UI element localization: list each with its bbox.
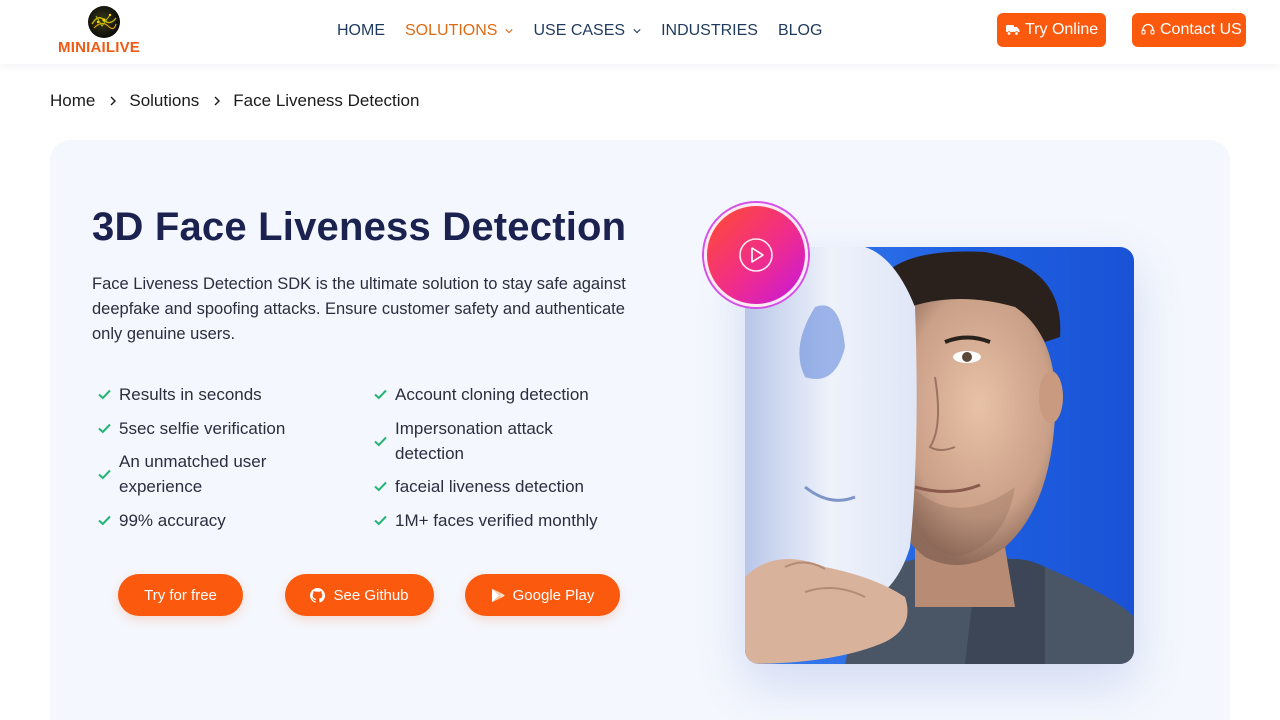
page-title: 3D Face Liveness Detection bbox=[92, 205, 627, 249]
play-circle-icon bbox=[739, 238, 773, 272]
feature-label: Results in seconds bbox=[119, 385, 262, 404]
chevron-right-icon bbox=[110, 96, 117, 106]
check-icon bbox=[98, 423, 111, 434]
feature-label: 5sec selfie verification bbox=[119, 419, 286, 438]
nav-item-solutions[interactable]: SOLUTIONS bbox=[405, 22, 514, 40]
see-github-button[interactable]: See Github bbox=[285, 574, 434, 616]
try-for-free-label: Try for free bbox=[144, 586, 217, 604]
contact-us-label: Contact US bbox=[1160, 21, 1242, 38]
nav-item-label: HOME bbox=[337, 22, 385, 39]
feature-item: 1M+ faces verified monthly bbox=[374, 508, 598, 533]
try-online-label: Try Online bbox=[1025, 21, 1099, 38]
breadcrumb-solutions[interactable]: Solutions bbox=[129, 91, 199, 111]
feature-item: 5sec selfie verification bbox=[98, 416, 285, 441]
google-play-icon bbox=[491, 588, 505, 603]
feature-item: Impersonation attack detection bbox=[374, 416, 594, 466]
logo-text: MINIAILIVE bbox=[58, 39, 141, 56]
chevron-down-icon bbox=[505, 29, 514, 34]
feature-label: Account cloning detection bbox=[395, 385, 589, 404]
feature-item: faceial liveness detection bbox=[374, 474, 584, 499]
check-icon bbox=[98, 389, 111, 400]
check-icon bbox=[98, 469, 111, 479]
feature-label: 1M+ faces verified monthly bbox=[395, 511, 598, 530]
feature-item: An unmatched user experience bbox=[98, 449, 298, 499]
chevron-right-icon bbox=[214, 96, 221, 106]
nav-item-label: SOLUTIONS bbox=[405, 22, 498, 39]
nav-item-label: BLOG bbox=[777, 22, 823, 39]
feature-item: Account cloning detection bbox=[374, 382, 589, 407]
breadcrumb-home[interactable]: Home bbox=[50, 91, 95, 111]
main-nav: HOME SOLUTIONS USE CASES INDUSTRIES BLOG bbox=[337, 20, 842, 42]
logo-mark-icon bbox=[88, 6, 120, 38]
feature-label: 99% accuracy bbox=[119, 511, 226, 530]
truck-icon bbox=[1006, 24, 1020, 36]
try-for-free-button[interactable]: Try for free bbox=[118, 574, 243, 616]
hero-description: Face Liveness Detection SDK is the ultim… bbox=[92, 275, 626, 343]
chevron-down-icon bbox=[633, 29, 641, 34]
breadcrumb-current: Face Liveness Detection bbox=[233, 91, 420, 110]
google-play-label: Google Play bbox=[512, 586, 595, 604]
check-icon bbox=[374, 389, 387, 400]
hero-image bbox=[745, 247, 1134, 664]
check-icon bbox=[374, 515, 387, 526]
play-video-button[interactable] bbox=[704, 203, 808, 307]
see-github-label: See Github bbox=[333, 586, 409, 604]
feature-label: Impersonation attack detection bbox=[395, 419, 553, 463]
feature-label: An unmatched user experience bbox=[119, 452, 267, 496]
site-logo[interactable]: MINIAILIVE bbox=[56, 4, 156, 60]
google-play-button[interactable]: Google Play bbox=[465, 574, 620, 616]
check-icon bbox=[374, 436, 387, 446]
contact-us-button[interactable]: Contact US bbox=[1132, 13, 1246, 47]
check-icon bbox=[98, 515, 111, 526]
nav-item-use-cases[interactable]: USE CASES bbox=[533, 22, 641, 40]
nav-item-home[interactable]: HOME bbox=[337, 22, 385, 40]
try-online-button[interactable]: Try Online bbox=[997, 13, 1106, 47]
headset-icon bbox=[1141, 23, 1155, 37]
feature-item: 99% accuracy bbox=[98, 508, 226, 533]
nav-item-blog[interactable]: BLOG bbox=[778, 22, 822, 40]
man-with-mask-illustration bbox=[745, 247, 1134, 664]
check-icon bbox=[374, 481, 387, 492]
feature-item: Results in seconds bbox=[98, 382, 262, 407]
breadcrumb: Home Solutions Face Liveness Detection bbox=[50, 91, 419, 111]
github-icon bbox=[310, 587, 326, 603]
site-header: MINIAILIVE HOME SOLUTIONS USE CASES INDU… bbox=[0, 0, 1280, 64]
nav-item-industries[interactable]: INDUSTRIES bbox=[661, 22, 758, 40]
feature-label: faceial liveness detection bbox=[395, 477, 585, 496]
nav-item-label: USE CASES bbox=[533, 22, 626, 39]
nav-item-label: INDUSTRIES bbox=[661, 22, 758, 39]
